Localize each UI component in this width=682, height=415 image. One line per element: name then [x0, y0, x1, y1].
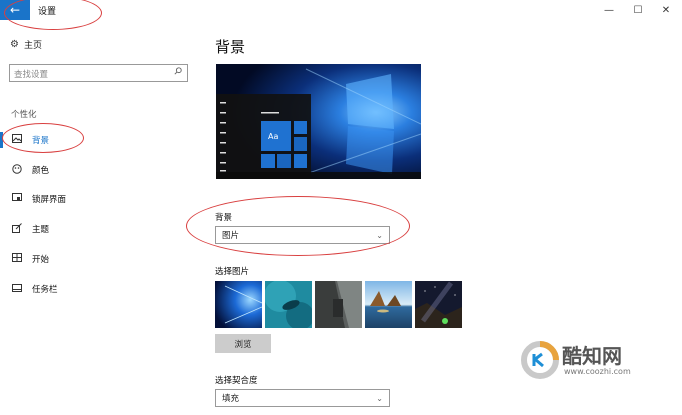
browse-button[interactable]: 浏览: [215, 334, 271, 353]
page-title: 背景: [215, 38, 246, 56]
sidebar-item-label: 主题: [32, 225, 50, 235]
theme-icon: [10, 222, 24, 236]
fit-label: 选择契合度: [215, 376, 258, 386]
picture-thumbnail[interactable]: [365, 281, 412, 328]
sidebar-item-start[interactable]: 开始: [0, 247, 190, 271]
watermark: 酷知网 www.coozhi.com: [520, 338, 670, 383]
sidebar-item-label: 锁屏界面: [32, 195, 67, 205]
sidebar-item-lock-screen[interactable]: 锁屏界面: [0, 187, 190, 211]
watermark-logo-icon: [521, 341, 559, 379]
choose-picture-label: 选择图片: [215, 267, 250, 277]
title-bar: [0, 0, 682, 20]
sidebar-item-taskbar[interactable]: 任务栏: [0, 277, 190, 301]
sidebar-item-label: 开始: [32, 255, 50, 265]
minimize-icon: —: [604, 4, 614, 16]
picture-thumbnail[interactable]: [415, 281, 462, 328]
sidebar-item-themes[interactable]: 主题: [0, 217, 190, 241]
watermark-name: 酷知网: [562, 344, 622, 368]
minimize-button[interactable]: —: [596, 0, 622, 20]
picture-thumbnail[interactable]: [264, 280, 314, 330]
sidebar-item-label: 颜色: [32, 166, 50, 176]
section-label-personalization: 个性化: [11, 110, 37, 120]
palette-icon: [10, 163, 24, 177]
taskbar-icon: [10, 283, 24, 295]
annotation-ellipse: [2, 123, 84, 153]
close-button[interactable]: ✕: [653, 0, 679, 20]
maximize-icon: ☐: [633, 4, 643, 16]
search-icon[interactable]: [174, 67, 182, 77]
maximize-button[interactable]: ☐: [625, 0, 651, 20]
preview-tile-label: Aa: [268, 132, 278, 141]
fit-dropdown[interactable]: 填充 ⌄: [215, 389, 390, 407]
annotation-ellipse: [4, 0, 102, 30]
dropdown-value: 填充: [222, 394, 240, 404]
home-link[interactable]: ⚙ 主页: [10, 38, 42, 51]
close-icon: ✕: [661, 4, 671, 16]
chevron-down-icon: ⌄: [376, 393, 383, 403]
sidebar-item-colors[interactable]: 颜色: [0, 158, 190, 182]
gear-icon: ⚙: [10, 39, 19, 50]
start-icon: [10, 253, 24, 265]
annotation-ellipse: [186, 196, 410, 256]
search-placeholder: 查找设置: [14, 70, 49, 80]
watermark-url: www.coozhi.com: [564, 367, 631, 376]
sidebar-item-label: 任务栏: [32, 285, 58, 295]
picture-thumbnail[interactable]: [215, 281, 263, 328]
lock-screen-icon: [10, 193, 24, 205]
home-label: 主页: [24, 41, 43, 51]
picture-thumbnail[interactable]: [315, 281, 362, 328]
background-preview: Aa: [216, 64, 421, 179]
